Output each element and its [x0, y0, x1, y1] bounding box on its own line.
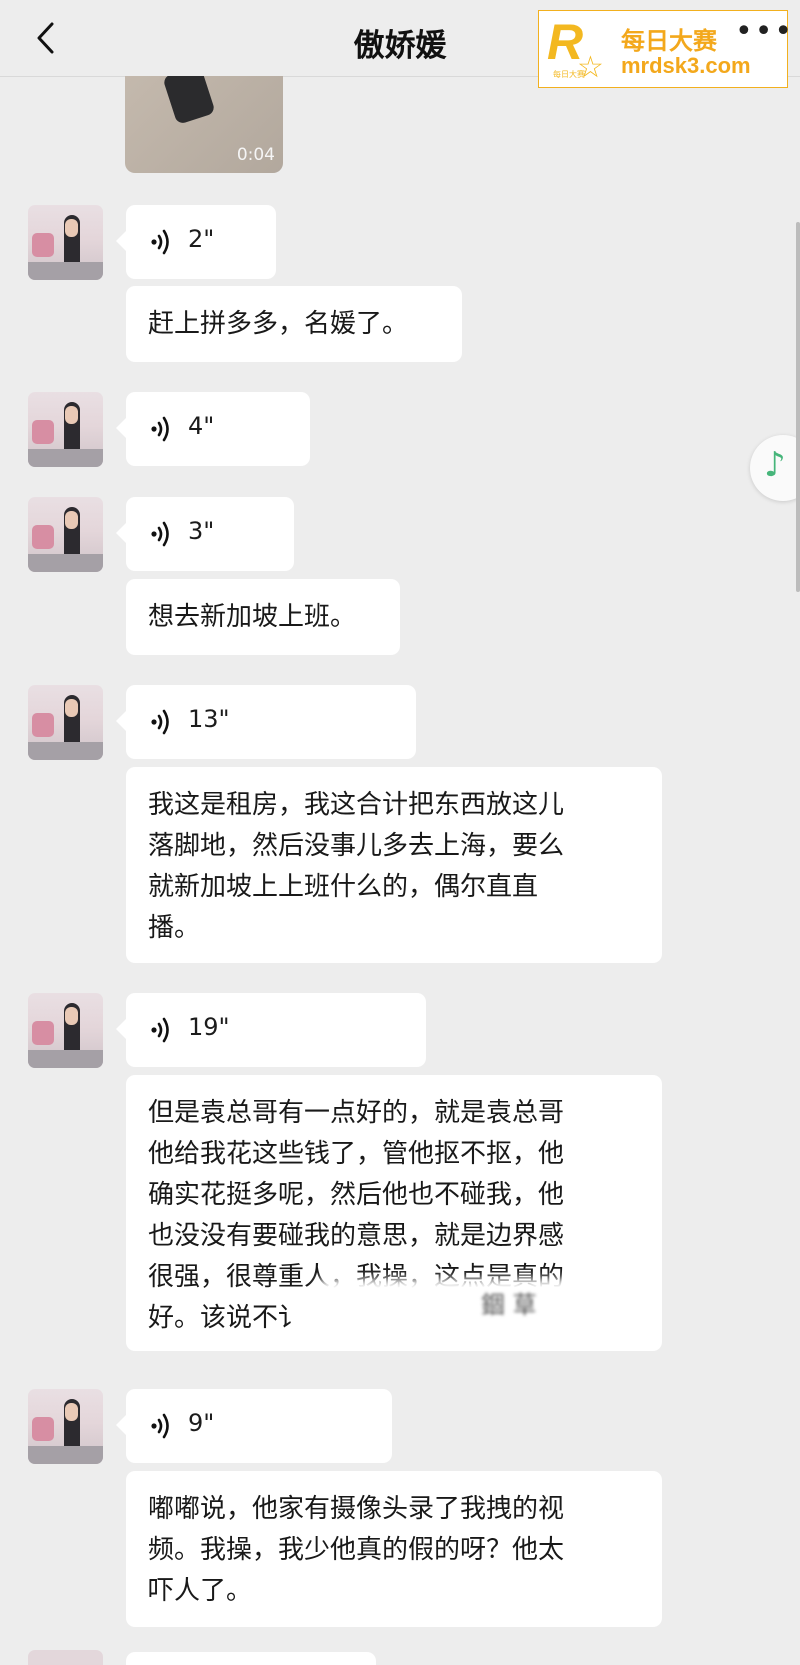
video-duration: 0:04	[236, 145, 275, 165]
voice-message[interactable]: 2"	[116, 205, 276, 279]
text-message[interactable]: 但是袁总哥有一点好的，就是袁总哥 他给我花这些钱了，管他抠不抠，他 确实花挺多呢…	[126, 1075, 662, 1351]
blurred-region	[318, 1279, 598, 1335]
watermark-small-text: 每日大赛	[553, 70, 585, 79]
voice-duration: 9"	[188, 1409, 215, 1437]
voice-wave-icon	[151, 1017, 169, 1043]
voice-duration: 19"	[188, 1013, 230, 1041]
voice-message[interactable]: 4"	[116, 392, 310, 466]
avatar[interactable]	[28, 685, 103, 760]
voice-message[interactable]: 3"	[116, 497, 294, 571]
floating-music-button[interactable]: ♪	[750, 435, 800, 501]
avatar[interactable]	[28, 205, 103, 280]
watermark-url: mrdsk3.com	[621, 53, 751, 78]
video-message[interactable]: 0:04	[125, 76, 283, 173]
voice-message[interactable]: 9"	[116, 1389, 392, 1463]
voice-wave-icon	[151, 1413, 169, 1439]
message-text: 嘟嘟说，他家有摄像头录了我拽的视 频。我操，我少他真的假的呀？他太 吓人了。	[148, 1494, 565, 1606]
voice-duration: 4"	[188, 412, 215, 440]
message-text: 我这是租房，我这合计把东西放这儿 落脚地，然后没事儿多去上海，要么 就新加坡上上…	[148, 790, 565, 943]
video-thumbnail-image	[162, 76, 216, 125]
avatar[interactable]	[28, 1389, 103, 1464]
voice-message[interactable]	[126, 1652, 376, 1665]
text-message[interactable]: 想去新加坡上班。	[126, 579, 400, 655]
message-text: 赶上拼多多，名媛了。	[148, 309, 409, 339]
watermark-logo: R ☆ 每日大赛 每日大赛 mrdsk3.com •••	[538, 10, 792, 88]
voice-wave-icon	[151, 229, 169, 255]
voice-message[interactable]: 19"	[116, 993, 426, 1067]
avatar[interactable]	[28, 1650, 103, 1665]
voice-duration: 13"	[188, 705, 230, 733]
voice-duration: 3"	[188, 517, 215, 545]
message-text: 想去新加坡上班。	[148, 602, 357, 632]
watermark-name: 每日大赛	[621, 27, 717, 55]
voice-wave-icon	[151, 416, 169, 442]
voice-message[interactable]: 13"	[116, 685, 416, 759]
music-note-icon: ♪	[764, 445, 786, 485]
scrollbar[interactable]	[796, 222, 800, 592]
voice-wave-icon	[151, 521, 169, 547]
avatar[interactable]	[28, 392, 103, 467]
voice-wave-icon	[151, 709, 169, 735]
text-message[interactable]: 嘟嘟说，他家有摄像头录了我拽的视 频。我操，我少他真的假的呀？他太 吓人了。	[126, 1471, 662, 1627]
avatar[interactable]	[28, 497, 103, 572]
text-message[interactable]: 我这是租房，我这合计把东西放这儿 落脚地，然后没事儿多去上海，要么 就新加坡上上…	[126, 767, 662, 963]
text-message[interactable]: 赶上拼多多，名媛了。	[126, 286, 462, 362]
blurred-text: 錮 䓍	[481, 1291, 537, 1319]
more-options-icon[interactable]: •••	[735, 17, 794, 47]
voice-duration: 2"	[188, 225, 215, 253]
avatar[interactable]	[28, 993, 103, 1068]
